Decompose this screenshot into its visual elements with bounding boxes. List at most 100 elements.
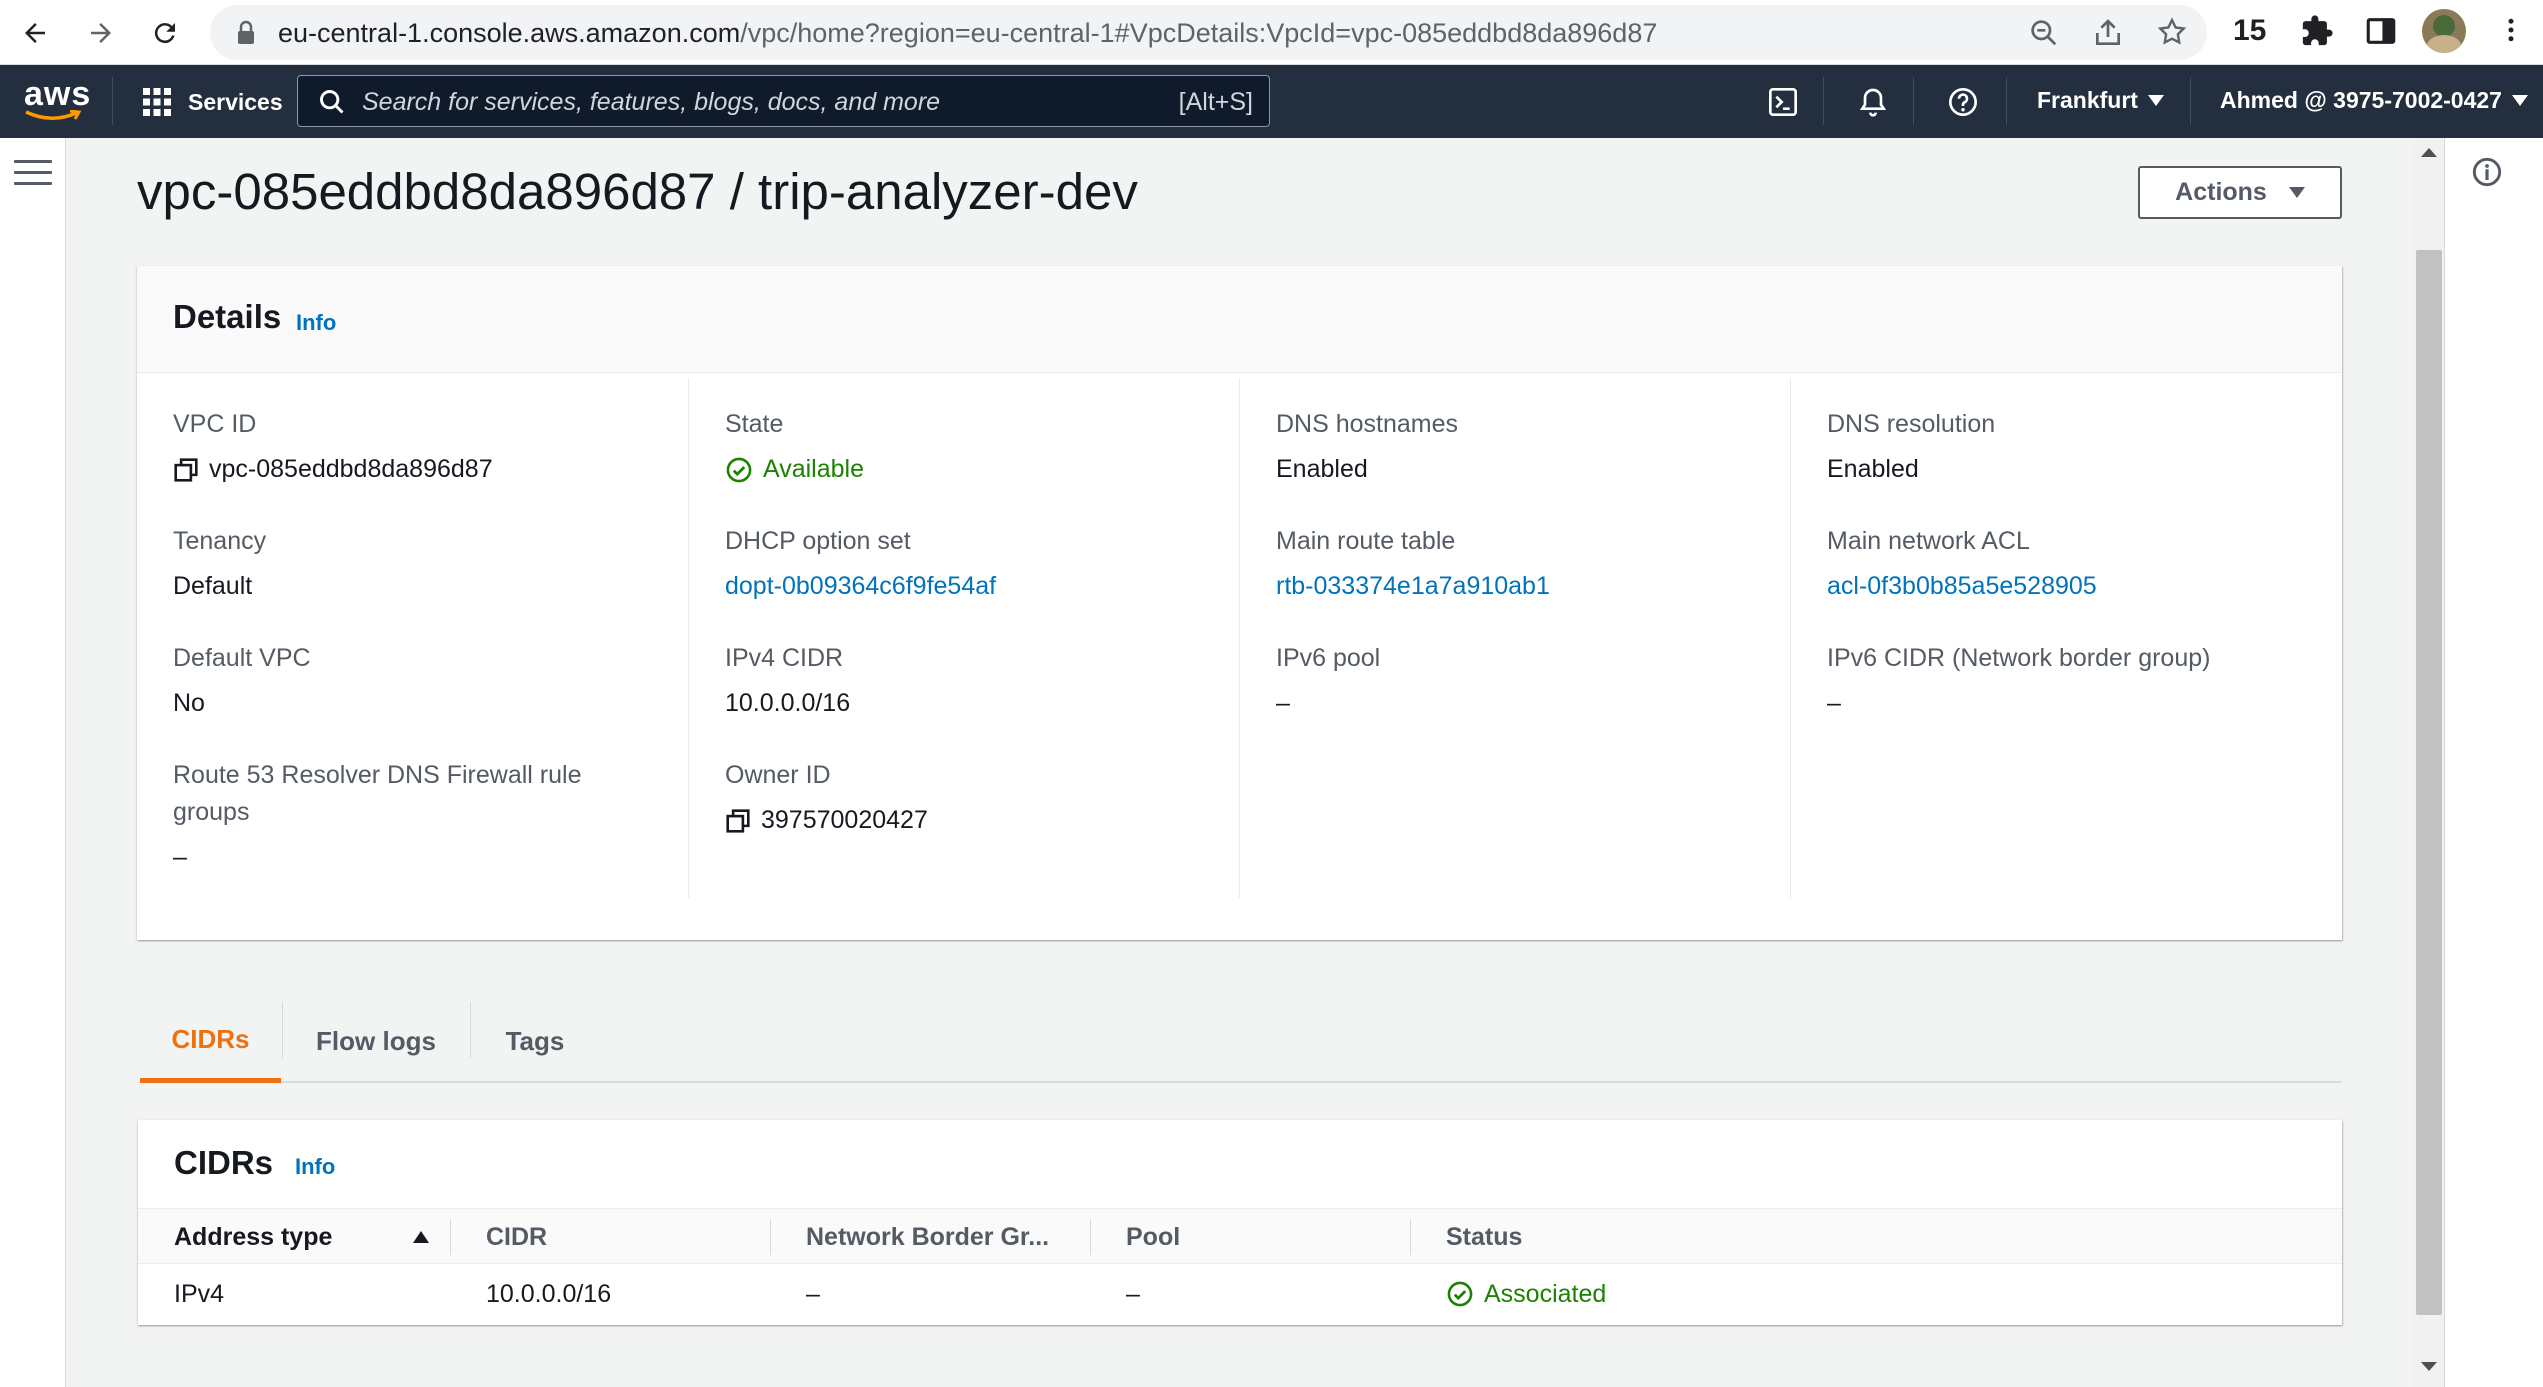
kv-label: Default VPC <box>173 644 311 672</box>
col-header-address-type[interactable]: Address type <box>138 1209 450 1265</box>
cell-network-border-group: – <box>806 1279 820 1308</box>
kv-label: Main network ACL <box>1827 527 2030 555</box>
services-menu-button[interactable]: Services <box>142 87 283 117</box>
kv-label: Route 53 Resolver DNS Firewall rule grou… <box>173 761 582 826</box>
extension-badge[interactable]: 15 <box>2233 14 2266 48</box>
address-bar[interactable]: eu-central-1.console.aws.amazon.com/vpc/… <box>210 5 2207 60</box>
details-column-4: DNS resolution Enabled Main network ACL … <box>1790 378 2341 898</box>
back-arrow-icon <box>25 23 45 43</box>
kv-value: 10.0.0.0/16 <box>725 689 851 717</box>
tab-cidrs[interactable]: CIDRs <box>140 1000 281 1083</box>
status-value: Associated <box>1484 1279 1607 1308</box>
scroll-down-arrow-icon[interactable] <box>2421 1362 2437 1371</box>
col-header-cidr[interactable]: CIDR <box>450 1209 770 1265</box>
nav-divider <box>1913 77 1914 125</box>
details-column-3: DNS hostnames Enabled Main route table r… <box>1239 378 1790 898</box>
details-info-link[interactable]: Info <box>296 310 336 336</box>
kv-value: – <box>1276 689 1290 717</box>
share-icon[interactable] <box>2092 17 2124 49</box>
tab-tags[interactable]: Tags <box>471 1000 599 1083</box>
bookmark-star-icon[interactable] <box>2156 16 2188 48</box>
main-route-table-link[interactable]: rtb-033374e1a7a910ab1 <box>1276 568 1756 605</box>
side-navigation-rail <box>0 138 66 1387</box>
kv-label: DHCP option set <box>725 527 911 555</box>
table-header-row: Address type CIDR Network Border Gr... P… <box>138 1208 2342 1264</box>
profile-avatar[interactable] <box>2422 9 2466 53</box>
kv-ipv6-pool: IPv6 pool – <box>1276 640 1756 722</box>
dhcp-option-set-link[interactable]: dopt-0b09364c6f9fe54af <box>725 568 1205 605</box>
back-button[interactable] <box>12 10 58 56</box>
aws-search-input[interactable]: Search for services, features, blogs, do… <box>297 75 1270 127</box>
kv-label: Owner ID <box>725 761 831 789</box>
forward-button[interactable] <box>78 10 124 56</box>
main-network-acl-link[interactable]: acl-0f3b0b85a5e528905 <box>1827 568 2307 605</box>
kv-value: Available <box>725 451 1205 488</box>
aws-smile-icon <box>25 109 82 120</box>
cloudshell-icon <box>1769 88 1797 116</box>
services-label: Services <box>188 88 283 115</box>
page-title: vpc-085eddbd8da896d87 / trip-analyzer-de… <box>137 163 1138 220</box>
kv-dns-hostnames: DNS hostnames Enabled <box>1276 406 1756 488</box>
nav-divider <box>1823 77 1824 125</box>
bell-icon <box>1859 88 1887 117</box>
detail-tabs: CIDRs Flow logs Tags <box>140 1000 2342 1083</box>
cidrs-info-link[interactable]: Info <box>295 1154 335 1180</box>
search-shortcut: [Alt+S] <box>1178 88 1253 116</box>
kv-label: DNS resolution <box>1827 410 1996 438</box>
region-label: Frankfurt <box>2037 87 2138 113</box>
kv-owner-id: Owner ID 397570020427 <box>725 757 1205 839</box>
cidrs-table-panel: CIDRs Info Address type CIDR Network Bor… <box>138 1120 2342 1325</box>
cell-address-type: IPv4 <box>174 1279 225 1308</box>
copy-icon[interactable] <box>725 808 751 834</box>
kv-default-vpc: Default VPC No <box>173 640 653 722</box>
kv-vpc-id: VPC ID vpc-085eddbd8da896d87 <box>173 406 653 488</box>
col-header-network-border-group[interactable]: Network Border Gr... <box>770 1209 1090 1265</box>
zoom-icon[interactable] <box>2028 17 2060 49</box>
info-circle-icon[interactable] <box>2471 156 2503 188</box>
extensions-puzzle-icon[interactable] <box>2300 14 2334 48</box>
cell-status: Associated <box>1410 1264 1810 1324</box>
aws-logo[interactable]: aws <box>24 77 91 127</box>
scroll-up-arrow-icon[interactable] <box>2421 148 2437 157</box>
copy-icon[interactable] <box>173 457 199 483</box>
search-icon <box>320 90 344 114</box>
tab-flow-logs[interactable]: Flow logs <box>283 1000 469 1083</box>
reload-button[interactable] <box>142 10 188 56</box>
kv-main-network-acl: Main network ACL acl-0f3b0b85a5e528905 <box>1827 523 2307 605</box>
side-panel-icon[interactable] <box>2364 14 2398 48</box>
check-circle-icon <box>726 457 752 482</box>
account-label: Ahmed @ 3975-7002-0427 <box>2220 87 2502 113</box>
lock-icon <box>238 20 254 44</box>
kv-value: – <box>1827 689 1841 717</box>
browser-toolbar: eu-central-1.console.aws.amazon.com/vpc/… <box>0 0 2543 65</box>
kv-label: DNS hostnames <box>1276 410 1459 438</box>
details-header: Details Info <box>137 266 2342 373</box>
scrollbar-thumb[interactable] <box>2416 250 2442 1315</box>
caret-down-icon <box>2147 95 2164 106</box>
actions-button[interactable]: Actions <box>2138 166 2342 219</box>
kv-value: Enabled <box>1276 455 1368 483</box>
forward-arrow-icon <box>91 23 111 43</box>
help-button[interactable] <box>1942 81 1984 123</box>
notifications-button[interactable] <box>1852 81 1894 123</box>
account-menu[interactable]: Ahmed @ 3975-7002-0427 <box>2220 87 2528 114</box>
kv-label: IPv6 CIDR (Network border group) <box>1827 644 2211 672</box>
kv-value: – <box>173 843 187 871</box>
details-column-1: VPC ID vpc-085eddbd8da896d87 Tenancy Def… <box>137 378 688 898</box>
kv-label: VPC ID <box>173 410 257 438</box>
cloudshell-button[interactable] <box>1762 81 1804 123</box>
kv-value: 397570020427 <box>725 802 1205 839</box>
col-header-status[interactable]: Status <box>1410 1209 1810 1265</box>
col-header-label: Address type <box>174 1222 333 1251</box>
search-placeholder: Search for services, features, blogs, do… <box>362 88 941 116</box>
more-menu-icon[interactable] <box>2496 12 2526 48</box>
details-title: Details <box>173 298 282 335</box>
region-selector[interactable]: Frankfurt <box>2037 87 2164 114</box>
kv-label: State <box>725 410 784 438</box>
col-header-pool[interactable]: Pool <box>1090 1209 1410 1265</box>
hamburger-menu-icon[interactable] <box>14 160 52 190</box>
nav-divider <box>112 77 113 125</box>
aws-top-nav: aws Services Search for services, featur… <box>0 65 2543 138</box>
actions-label: Actions <box>2175 178 2267 206</box>
cell-pool: – <box>1126 1279 1140 1308</box>
